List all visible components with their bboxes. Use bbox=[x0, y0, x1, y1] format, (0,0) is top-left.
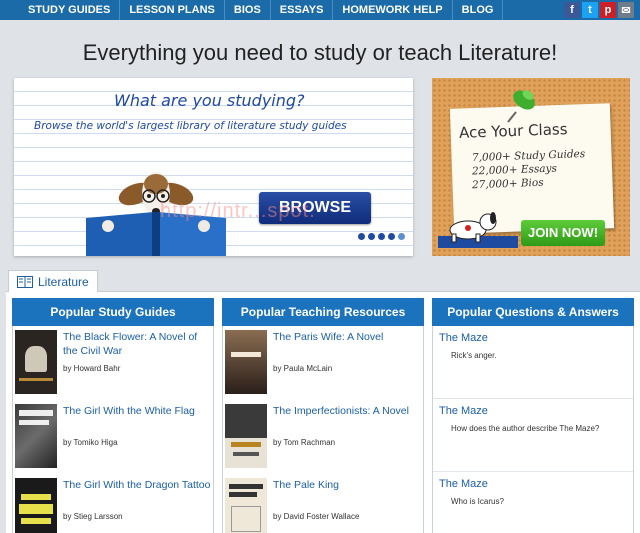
qa-item[interactable]: The Maze Rick's anger. bbox=[433, 326, 633, 399]
ad-title: Ace Your Class bbox=[458, 120, 568, 142]
popular-study-guides-column: Popular Study Guides The Black Flower: A… bbox=[12, 298, 214, 533]
book-author: by Paula McLain bbox=[273, 364, 333, 373]
hero-subtitle: Browse the world's largest library of li… bbox=[34, 120, 347, 132]
qa-question[interactable]: How does the author describe The Maze? bbox=[451, 424, 599, 433]
nav-bios[interactable]: BIOS bbox=[225, 0, 271, 20]
book-title[interactable]: The Pale King bbox=[273, 478, 421, 492]
ad-line-bios: 27,000+ Bios bbox=[471, 176, 544, 192]
book-cover[interactable] bbox=[15, 478, 57, 533]
hero-banner[interactable]: What are you studying? Browse the world'… bbox=[14, 78, 413, 256]
dog-reading-illustration bbox=[86, 172, 226, 256]
email-icon[interactable]: ✉ bbox=[618, 2, 634, 18]
book-item[interactable]: The Girl With the Dragon Tattoo by Stieg… bbox=[13, 474, 213, 533]
nav-blog[interactable]: BLOG bbox=[453, 0, 504, 20]
qa-question[interactable]: Rick's anger. bbox=[451, 351, 497, 360]
carousel-dot[interactable] bbox=[388, 233, 395, 240]
browse-now-button[interactable]: BROWSE NOW bbox=[259, 192, 371, 248]
nav-lesson-plans[interactable]: LESSON PLANS bbox=[120, 0, 225, 20]
book-cover[interactable] bbox=[15, 404, 57, 468]
book-author: by Tom Rachman bbox=[273, 438, 336, 447]
book-cover[interactable] bbox=[225, 404, 267, 468]
book-item[interactable]: The Girl With the White Flag by Tomiko H… bbox=[13, 400, 213, 474]
qa-book-title[interactable]: The Maze bbox=[439, 405, 488, 417]
book-author: by Tomiko Higa bbox=[63, 438, 118, 447]
book-cover[interactable] bbox=[225, 478, 267, 533]
qa-question[interactable]: Who is Icarus? bbox=[451, 497, 504, 506]
book-author: by Howard Bahr bbox=[63, 364, 121, 373]
pushpin-icon bbox=[507, 90, 535, 123]
pinterest-icon[interactable]: p bbox=[600, 2, 616, 18]
popular-teaching-resources-column: Popular Teaching Resources The Paris Wif… bbox=[222, 298, 424, 533]
book-icon bbox=[17, 275, 33, 288]
hero-title: What are you studying? bbox=[114, 91, 305, 110]
facebook-icon[interactable]: f bbox=[564, 2, 580, 18]
column-header: Popular Study Guides bbox=[12, 298, 214, 326]
book-cover[interactable] bbox=[15, 330, 57, 394]
top-nav: STUDY GUIDES LESSON PLANS BIOS ESSAYS HO… bbox=[0, 0, 640, 20]
carousel-dots bbox=[358, 233, 405, 240]
dog-mascot-icon bbox=[438, 212, 518, 248]
book-item[interactable]: The Imperfectionists: A Novel by Tom Rac… bbox=[223, 400, 423, 474]
book-title[interactable]: The Paris Wife: A Novel bbox=[273, 330, 421, 344]
carousel-dot-active[interactable] bbox=[398, 233, 405, 240]
nav-essays[interactable]: ESSAYS bbox=[271, 0, 334, 20]
book-title[interactable]: The Girl With the White Flag bbox=[63, 404, 211, 418]
book-title[interactable]: The Black Flower: A Novel of the Civil W… bbox=[63, 330, 211, 358]
book-item[interactable]: The Black Flower: A Novel of the Civil W… bbox=[13, 326, 213, 400]
qa-book-title[interactable]: The Maze bbox=[439, 478, 488, 490]
nav-homework-help[interactable]: HOMEWORK HELP bbox=[333, 0, 453, 20]
book-cover[interactable] bbox=[225, 330, 267, 394]
join-ad-banner[interactable]: Ace Your Class 7,000+ Study Guides 22,00… bbox=[432, 78, 630, 256]
column-body: The Paris Wife: A Novel by Paula McLain … bbox=[222, 326, 424, 533]
book-item[interactable]: The Paris Wife: A Novel by Paula McLain bbox=[223, 326, 423, 400]
book-title[interactable]: The Imperfectionists: A Novel bbox=[273, 404, 421, 418]
book-author: by Stieg Larsson bbox=[63, 512, 123, 521]
book-item[interactable]: The Pale King by David Foster Wallace bbox=[223, 474, 423, 533]
column-body: The Maze Rick's anger. The Maze How does… bbox=[432, 326, 634, 533]
nav-study-guides[interactable]: STUDY GUIDES bbox=[0, 0, 121, 20]
qa-book-title[interactable]: The Maze bbox=[439, 332, 488, 344]
carousel-dot[interactable] bbox=[378, 233, 385, 240]
page-headline: Everything you need to study or teach Li… bbox=[82, 40, 558, 65]
qa-item[interactable]: The Maze Who is Icarus? bbox=[433, 472, 633, 533]
book-author: by David Foster Wallace bbox=[273, 512, 360, 521]
tab-label: Literature bbox=[38, 274, 89, 289]
book-title[interactable]: The Girl With the Dragon Tattoo bbox=[63, 478, 211, 492]
column-body: The Black Flower: A Novel of the Civil W… bbox=[12, 326, 214, 533]
join-now-button[interactable]: JOIN NOW! bbox=[521, 220, 605, 246]
twitter-icon[interactable]: t bbox=[582, 2, 598, 18]
carousel-dot[interactable] bbox=[368, 233, 375, 240]
qa-item[interactable]: The Maze How does the author describe Th… bbox=[433, 399, 633, 472]
carousel-dot[interactable] bbox=[358, 233, 365, 240]
column-header: Popular Questions & Answers bbox=[432, 298, 634, 326]
column-header: Popular Teaching Resources bbox=[222, 298, 424, 326]
social-links: f t p ✉ bbox=[564, 2, 634, 18]
tab-literature[interactable]: Literature bbox=[8, 270, 98, 292]
popular-questions-answers-column: Popular Questions & Answers The Maze Ric… bbox=[432, 298, 634, 533]
